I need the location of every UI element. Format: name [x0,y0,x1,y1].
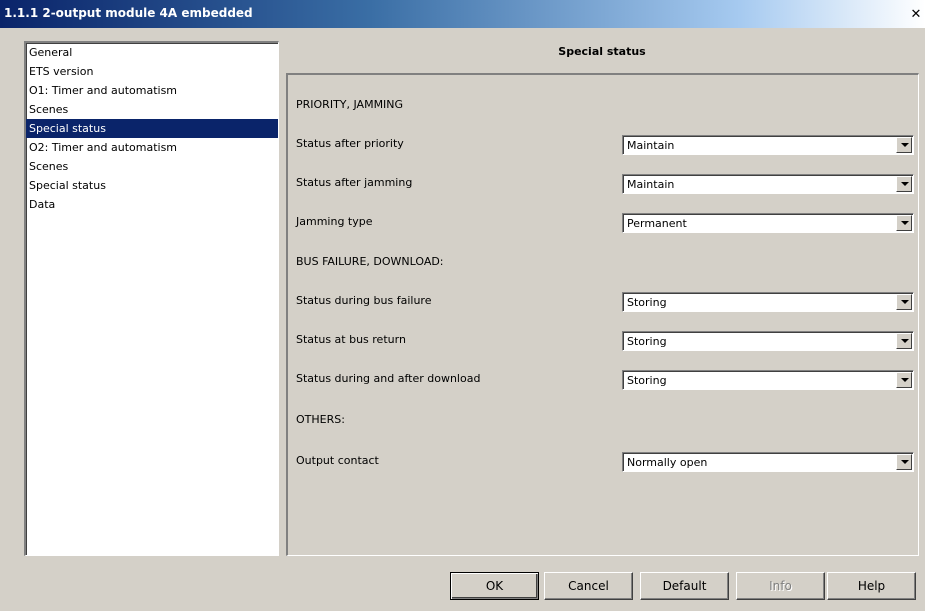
select-value: Maintain [627,178,675,191]
status-after-priority-select[interactable]: Maintain [622,135,914,155]
dropdown-arrow-icon[interactable] [896,215,912,231]
jamming-type-select[interactable]: Permanent [622,213,914,233]
nav-item-o1-special-status[interactable]: Special status [26,119,278,138]
param-row: Status during bus failure Storing [296,292,916,312]
param-label: Output contact [296,454,379,467]
dropdown-arrow-icon[interactable] [896,294,912,310]
dropdown-arrow-icon[interactable] [896,372,912,388]
help-button[interactable]: Help [827,572,916,600]
cancel-button[interactable]: Cancel [544,572,633,600]
param-row: Status after jamming Maintain [296,174,916,194]
nav-item-general[interactable]: General [26,43,278,62]
section-bus-failure: BUS FAILURE, DOWNLOAD: [296,255,444,268]
status-download-select[interactable]: Storing [622,370,914,390]
param-label: Status after priority [296,137,404,150]
nav-item-ets-version[interactable]: ETS version [26,62,278,81]
param-row: Output contact Normally open [296,452,916,472]
section-priority-jamming: PRIORITY, JAMMING [296,98,404,111]
dropdown-arrow-icon[interactable] [896,176,912,192]
select-value: Storing [627,296,667,309]
dropdown-arrow-icon[interactable] [896,454,912,470]
nav-item-o1-timer[interactable]: O1: Timer and automatism [26,81,278,100]
nav-item-o1-scenes[interactable]: Scenes [26,100,278,119]
select-value: Normally open [627,456,708,469]
ok-button[interactable]: OK [450,572,539,600]
dropdown-arrow-icon[interactable] [896,137,912,153]
status-after-jamming-select[interactable]: Maintain [622,174,914,194]
param-row: Status after priority Maintain [296,135,916,155]
nav-item-data[interactable]: Data [26,195,278,214]
param-label: Status during and after download [296,372,481,385]
param-row: Status during and after download Storing [296,370,916,390]
param-label: Status after jamming [296,176,413,189]
param-row: Status at bus return Storing [296,331,916,351]
dialog-window: 1.1.1 2-output module 4A embedded ✕ Gene… [0,0,925,611]
panel-title: Special status [558,45,646,58]
dropdown-arrow-icon[interactable] [896,333,912,349]
status-bus-failure-select[interactable]: Storing [622,292,914,312]
select-value: Storing [627,335,667,348]
select-value: Permanent [627,217,687,230]
param-label: Status at bus return [296,333,406,346]
status-bus-return-select[interactable]: Storing [622,331,914,351]
output-contact-select[interactable]: Normally open [622,452,914,472]
default-button[interactable]: Default [640,572,729,600]
title-bar[interactable]: 1.1.1 2-output module 4A embedded ✕ [0,0,925,28]
parameter-panel: PRIORITY, JAMMING Status after priority … [286,73,919,556]
parameter-tree[interactable]: General ETS version O1: Timer and automa… [24,41,279,556]
section-others: OTHERS: [296,413,345,426]
param-label: Status during bus failure [296,294,432,307]
window-title: 1.1.1 2-output module 4A embedded [4,6,253,20]
nav-item-o2-scenes[interactable]: Scenes [26,157,278,176]
close-icon[interactable]: ✕ [909,8,923,22]
select-value: Maintain [627,139,675,152]
nav-item-o2-timer[interactable]: O2: Timer and automatism [26,138,278,157]
param-row: Jamming type Permanent [296,213,916,233]
param-label: Jamming type [296,215,373,228]
nav-item-o2-special-status[interactable]: Special status [26,176,278,195]
select-value: Storing [627,374,667,387]
info-button: Info [736,572,825,600]
